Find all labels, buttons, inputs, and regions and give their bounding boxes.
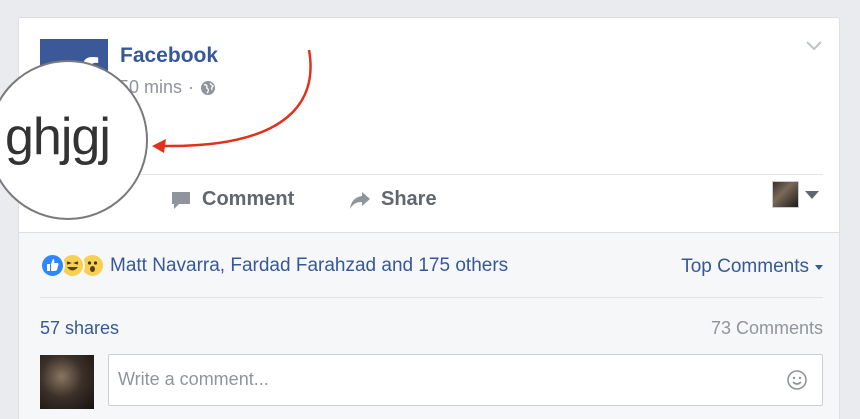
like-reaction-icon (40, 253, 65, 278)
share-arrow-icon (350, 191, 370, 209)
reactions-summary[interactable]: Matt Navarra, Fardad Farahzad and 175 ot… (40, 253, 508, 278)
caret-down-icon (815, 264, 823, 270)
comment-label: Comment (202, 188, 295, 210)
current-user-avatar[interactable] (40, 355, 94, 409)
viewer-avatar (772, 181, 799, 208)
post-text: ghjgj (5, 108, 111, 166)
page-name-link[interactable]: Facebook (120, 44, 218, 68)
caret-down-icon (805, 190, 819, 199)
share-label: Share (381, 188, 437, 210)
post-card: f Facebook 50 mins · Comment Share (18, 17, 840, 419)
chevron-down-icon[interactable] (805, 40, 823, 52)
smiley-icon[interactable] (786, 369, 808, 391)
comment-input[interactable] (109, 355, 749, 403)
actions-divider (127, 174, 823, 175)
share-button[interactable]: Share (349, 188, 437, 211)
reaction-names[interactable]: Matt Navarra, Fardad Farahzad and 175 ot… (110, 255, 508, 277)
footer-divider (40, 297, 823, 298)
globe-icon[interactable] (200, 80, 216, 96)
comment-button[interactable]: Comment (170, 188, 294, 211)
post-as-selector[interactable] (772, 181, 819, 208)
comment-icon (172, 191, 190, 209)
post-footer: Matt Navarra, Fardad Farahzad and 175 ot… (19, 232, 839, 419)
shares-count[interactable]: 57 shares (40, 318, 119, 339)
comment-composer[interactable] (108, 354, 823, 406)
top-comments-label: Top Comments (681, 256, 809, 277)
top-comments-dropdown[interactable]: Top Comments (681, 256, 823, 278)
comments-count[interactable]: 73 Comments (711, 318, 823, 339)
meta-separator: · (188, 77, 195, 97)
